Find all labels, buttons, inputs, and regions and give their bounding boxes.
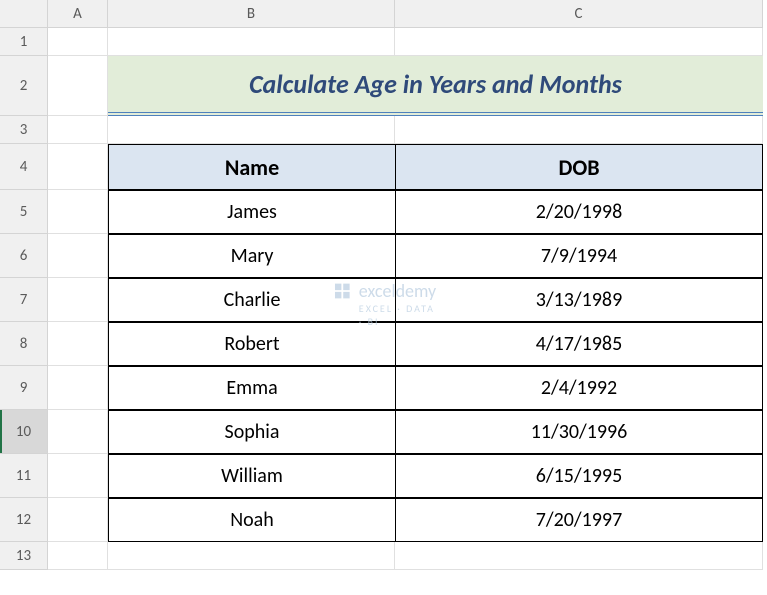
cell-name[interactable]: Emma <box>108 366 395 410</box>
cell-name[interactable]: Noah <box>108 498 395 542</box>
row-header-13[interactable]: 13 <box>0 542 48 570</box>
row-header-8[interactable]: 8 <box>0 322 48 366</box>
table-header-name[interactable]: Name <box>108 144 395 190</box>
cell-dob[interactable]: 11/30/1996 <box>395 410 763 454</box>
row-header-3[interactable]: 3 <box>0 116 48 144</box>
row-header-9[interactable]: 9 <box>0 366 48 410</box>
row-header-5[interactable]: 5 <box>0 190 48 234</box>
cell-dob[interactable]: 3/13/1989 <box>395 278 763 322</box>
cell-dob[interactable]: 7/9/1994 <box>395 234 763 278</box>
cell-a2[interactable] <box>48 56 108 116</box>
cell-a9[interactable] <box>48 366 108 410</box>
row-header-4[interactable]: 4 <box>0 144 48 190</box>
select-all-corner[interactable] <box>0 0 48 28</box>
row-header-7[interactable]: 7 <box>0 278 48 322</box>
watermark-icon <box>331 280 353 302</box>
watermark: exceldemy EXCEL · DATA · BI <box>331 280 436 302</box>
sheet-title[interactable]: Calculate Age in Years and Months <box>108 56 763 116</box>
column-header-a[interactable]: A <box>48 0 108 28</box>
cell-a8[interactable] <box>48 322 108 366</box>
cell-a5[interactable] <box>48 190 108 234</box>
cell-name[interactable]: Mary <box>108 234 395 278</box>
cell-b1[interactable] <box>108 28 395 56</box>
cell-c13[interactable] <box>395 542 763 570</box>
cell-a11[interactable] <box>48 454 108 498</box>
column-header-c[interactable]: C <box>395 0 763 28</box>
cell-name[interactable]: William <box>108 454 395 498</box>
cell-name[interactable]: Robert <box>108 322 395 366</box>
watermark-brand: exceldemy <box>359 280 436 302</box>
row-header-2[interactable]: 2 <box>0 56 48 116</box>
row-header-6[interactable]: 6 <box>0 234 48 278</box>
cell-c3[interactable] <box>395 116 763 144</box>
column-header-b[interactable]: B <box>108 0 395 28</box>
cell-name[interactable]: James <box>108 190 395 234</box>
cell-b13[interactable] <box>108 542 395 570</box>
cell-a6[interactable] <box>48 234 108 278</box>
cell-b3[interactable] <box>108 116 395 144</box>
cell-a1[interactable] <box>48 28 108 56</box>
cell-dob[interactable]: 7/20/1997 <box>395 498 763 542</box>
table-header-dob[interactable]: DOB <box>395 144 763 190</box>
cell-c1[interactable] <box>395 28 763 56</box>
cell-a3[interactable] <box>48 116 108 144</box>
cell-dob[interactable]: 4/17/1985 <box>395 322 763 366</box>
row-header-1[interactable]: 1 <box>0 28 48 56</box>
cell-a12[interactable] <box>48 498 108 542</box>
cell-a13[interactable] <box>48 542 108 570</box>
cell-a4[interactable] <box>48 144 108 190</box>
row-header-10[interactable]: 10 <box>0 410 48 454</box>
row-header-11[interactable]: 11 <box>0 454 48 498</box>
watermark-tagline: EXCEL · DATA · BI <box>359 302 436 328</box>
cell-dob[interactable]: 6/15/1995 <box>395 454 763 498</box>
row-header-12[interactable]: 12 <box>0 498 48 542</box>
cell-name[interactable]: Sophia <box>108 410 395 454</box>
cell-dob[interactable]: 2/20/1998 <box>395 190 763 234</box>
cell-a7[interactable] <box>48 278 108 322</box>
cell-dob[interactable]: 2/4/1992 <box>395 366 763 410</box>
cell-a10[interactable] <box>48 410 108 454</box>
